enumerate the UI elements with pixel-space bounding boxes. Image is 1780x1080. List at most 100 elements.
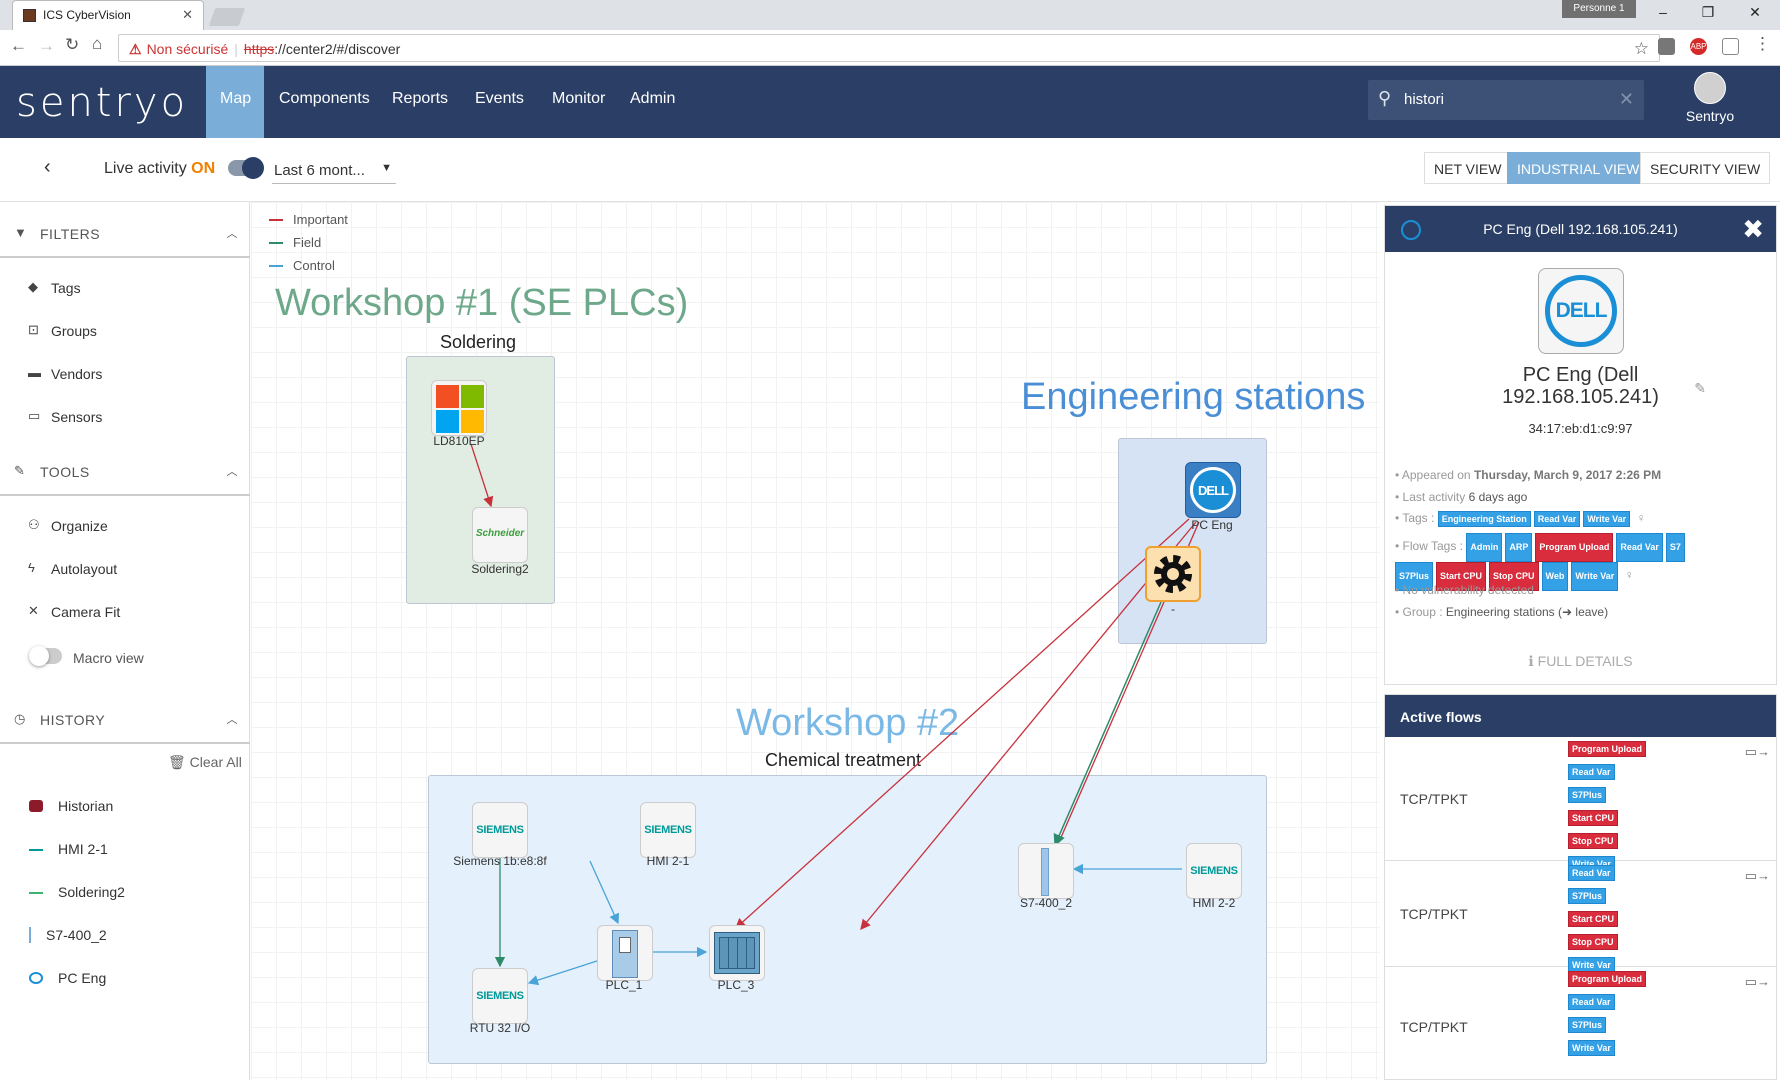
open-flow-icon[interactable]: ▭→: [1745, 974, 1770, 990]
history-item-soldering2[interactable]: Soldering2: [0, 872, 250, 912]
node-pc-eng[interactable]: DELL: [1185, 462, 1241, 518]
node-siemens-1b[interactable]: SIEMENS: [472, 802, 528, 858]
nav-reports[interactable]: Reports: [392, 66, 448, 138]
nav-monitor[interactable]: Monitor: [552, 66, 605, 138]
sidebar-item-sensors[interactable]: ▭ Sensors: [0, 397, 250, 437]
profile-badge[interactable]: Personne 1: [1562, 0, 1636, 18]
back-arrow-icon[interactable]: ←: [10, 36, 27, 56]
industrial-view-button[interactable]: INDUSTRIAL VIEW: [1507, 152, 1650, 184]
history-item-s7400[interactable]: S7-400_2: [0, 915, 250, 955]
url-field[interactable]: ⚠ Non sécurisé | https://center2/#/discover…: [118, 34, 1660, 62]
link-hmi21-plc1[interactable]: [589, 860, 619, 925]
flow-tag-badge[interactable]: S7Plus: [1568, 1017, 1607, 1033]
flow-tag-badge[interactable]: Stop CPU: [1568, 934, 1618, 950]
history-item-pc-eng[interactable]: PC Eng: [0, 958, 250, 998]
link-pceng-s7400-green[interactable]: [1053, 601, 1162, 847]
node-rtu[interactable]: SIEMENS: [472, 968, 528, 1024]
collapse-chevron-icon[interactable]: ‹: [44, 156, 51, 179]
nav-components[interactable]: Components: [279, 66, 370, 138]
history-item-historian[interactable]: Historian: [0, 786, 250, 826]
minimize-icon[interactable]: –: [1648, 4, 1678, 20]
open-flow-icon[interactable]: ▭→: [1745, 868, 1770, 884]
close-tab-icon[interactable]: ✕: [182, 7, 193, 23]
nav-admin[interactable]: Admin: [630, 66, 675, 138]
clear-search-icon[interactable]: ✕: [1619, 89, 1634, 110]
node-gear[interactable]: [1145, 546, 1201, 602]
tag-badge[interactable]: Engineering Station: [1437, 511, 1531, 527]
node-hmi21[interactable]: SIEMENS: [640, 802, 696, 858]
full-details-button[interactable]: ℹ FULL DETAILS: [1385, 653, 1776, 670]
flow-tag-badge[interactable]: Web: [1541, 562, 1569, 591]
extension-icon[interactable]: [1658, 38, 1675, 55]
flow-tag-badge[interactable]: Write Var: [1568, 1040, 1615, 1056]
menu-dots-icon[interactable]: ⋮: [1754, 34, 1771, 54]
history-item-hmi21[interactable]: HMI 2-1: [0, 829, 250, 869]
filters-section-header[interactable]: ▼ FILTERS ︿: [0, 210, 250, 258]
search-field[interactable]: ⚲ histori ✕: [1368, 80, 1644, 120]
restore-icon[interactable]: ❐: [1693, 4, 1723, 21]
pencil-icon[interactable]: ✎: [1694, 380, 1706, 397]
sidebar-item-groups[interactable]: ⊡ Groups: [0, 311, 250, 351]
flow-tag-badge[interactable]: S7Plus: [1568, 787, 1607, 803]
flow-tag-badge[interactable]: Start CPU: [1568, 810, 1619, 826]
tag-badge[interactable]: Read Var: [1533, 511, 1581, 527]
new-tab-button[interactable]: [208, 8, 246, 26]
browser-tab[interactable]: ICS CyberVision ✕: [12, 0, 204, 30]
flow-tag-badge[interactable]: Read Var: [1616, 533, 1663, 562]
sidebar-item-tags[interactable]: ◆ Tags: [0, 268, 250, 308]
period-select[interactable]: Last 6 mont... ▼: [272, 154, 396, 184]
open-flow-icon[interactable]: ▭→: [1745, 744, 1770, 760]
group-value[interactable]: Engineering stations (: [1446, 605, 1562, 619]
nav-events[interactable]: Events: [475, 66, 524, 138]
flow-tag-badge[interactable]: Program Upload: [1568, 741, 1647, 757]
reload-icon[interactable]: ↻: [65, 35, 79, 55]
flow-tag-badge[interactable]: Stop CPU: [1568, 833, 1618, 849]
flow-row[interactable]: TCP/TPKT Program Upload Read Var S7Plus Star…: [1385, 737, 1776, 872]
bulb-icon[interactable]: ♀: [1636, 511, 1645, 525]
net-view-button[interactable]: NET VIEW: [1424, 152, 1512, 184]
sidebar-item-vendors[interactable]: ▬ Vendors: [0, 354, 250, 394]
bookmark-star-icon[interactable]: ☆: [1634, 39, 1649, 59]
flow-tag-badge[interactable]: Read Var: [1568, 764, 1615, 780]
close-icon[interactable]: ✖: [1742, 214, 1764, 245]
search-input[interactable]: histori: [1404, 91, 1444, 108]
tag-badge[interactable]: Write Var: [1583, 511, 1631, 527]
live-activity-toggle[interactable]: [228, 157, 264, 179]
map-canvas[interactable]: Important Field Control Workshop #1 (SE …: [251, 202, 1380, 1080]
security-view-button[interactable]: SECURITY VIEW: [1640, 152, 1771, 184]
link-ld810-soldering2[interactable]: [470, 443, 494, 508]
adblock-icon[interactable]: ABP: [1690, 38, 1707, 55]
clear-all-button[interactable]: 🗑 Clear All: [168, 754, 242, 771]
sidebar-item-autolayout[interactable]: ϟ Autolayout: [0, 549, 250, 589]
flow-tag-badge[interactable]: Start CPU: [1568, 911, 1619, 927]
home-icon[interactable]: ⌂: [92, 34, 102, 54]
node-ld810ep[interactable]: [431, 380, 487, 436]
flow-tag-badge[interactable]: Read Var: [1568, 865, 1615, 881]
close-window-icon[interactable]: ✕: [1740, 4, 1770, 21]
history-section-header[interactable]: ◷ HISTORY ︿: [0, 696, 250, 744]
nav-map[interactable]: Map: [206, 66, 264, 138]
flow-row[interactable]: TCP/TPKT Program Upload Read Var S7Plus Writ…: [1385, 967, 1776, 1079]
node-plc1[interactable]: [597, 925, 653, 981]
forward-arrow-icon[interactable]: →: [38, 36, 55, 56]
bulb-icon[interactable]: ♀: [1625, 568, 1634, 582]
user-menu[interactable]: Sentryo: [1680, 72, 1740, 124]
flow-row[interactable]: TCP/TPKT Read Var S7Plus Start CPU Stop CPU W…: [1385, 861, 1776, 973]
cast-icon[interactable]: [1722, 38, 1739, 55]
node-s7400-2[interactable]: [1018, 843, 1074, 899]
node-plc3[interactable]: [709, 925, 765, 981]
flow-tag-badge[interactable]: Write Var: [1571, 562, 1619, 591]
flow-tag-badge[interactable]: S7: [1665, 533, 1685, 562]
flow-tag-badge[interactable]: Read Var: [1568, 994, 1615, 1010]
sidebar-item-organize[interactable]: ⚇ Organize: [0, 506, 250, 546]
flow-tag-badge[interactable]: S7Plus: [1568, 888, 1607, 904]
flow-tag-badge[interactable]: Admin: [1466, 533, 1503, 562]
link-pceng-plc1[interactable]: [735, 518, 1190, 929]
sidebar-item-camera-fit[interactable]: ✕ Camera Fit: [0, 592, 250, 632]
flow-tag-badge[interactable]: Program Upload: [1535, 533, 1614, 562]
node-soldering2[interactable]: Schneider: [472, 507, 528, 563]
flow-tag-badge[interactable]: Program Upload: [1568, 971, 1647, 987]
node-hmi22[interactable]: SIEMENS: [1186, 843, 1242, 899]
leave-group-link[interactable]: leave): [1575, 605, 1608, 619]
tools-section-header[interactable]: ✎ TOOLS ︿: [0, 448, 250, 496]
